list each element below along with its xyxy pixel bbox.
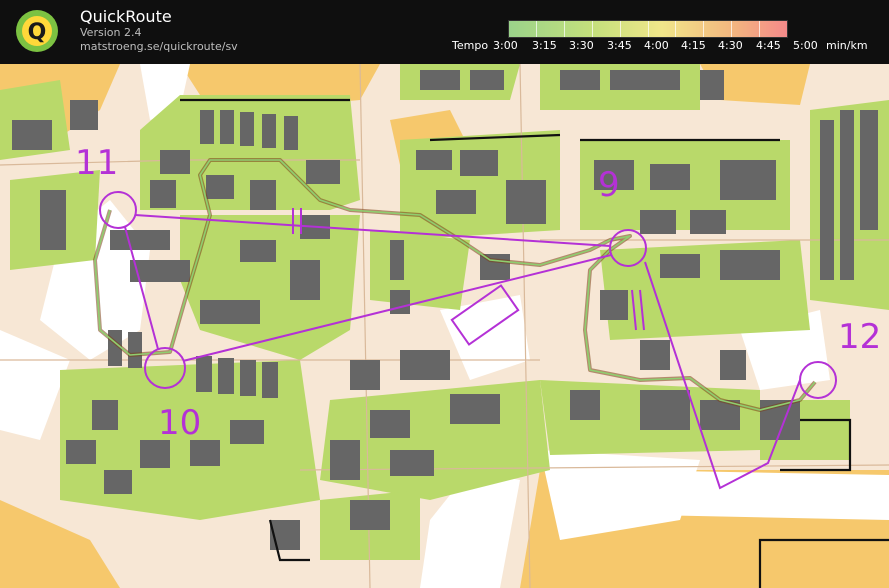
- tempo-tick: 5:00: [793, 39, 818, 52]
- control-number-9: 9: [598, 165, 620, 205]
- tempo-label: Tempo: [452, 39, 489, 52]
- tempo-tick: 3:00: [493, 39, 518, 52]
- tempo-unit: min/km: [826, 39, 868, 52]
- tempo-tick: 4:00: [644, 39, 669, 52]
- control-number-11: 11: [75, 143, 118, 183]
- map-canvas: 9 10 11 12: [0, 64, 889, 588]
- tempo-tick: 4:15: [681, 39, 706, 52]
- tempo-tick: 4:30: [718, 39, 743, 52]
- tempo-legend: Tempo 3:00 3:15 3:30 3:45 4:00 4:15 4:30…: [452, 20, 887, 54]
- tempo-tick: 4:45: [756, 39, 781, 52]
- tempo-tick: 3:15: [532, 39, 557, 52]
- tempo-tick: 3:45: [607, 39, 632, 52]
- control-number-12: 12: [838, 317, 881, 357]
- header-bar: Q QuickRoute Version 2.4 matstroeng.se/q…: [0, 0, 889, 64]
- app-version: Version 2.4: [80, 26, 142, 39]
- tempo-color-scale: [508, 20, 788, 38]
- quickroute-logo-icon: Q: [16, 10, 58, 52]
- orienteering-map[interactable]: 9 10 11 12: [0, 64, 889, 588]
- tempo-tick: 3:30: [569, 39, 594, 52]
- logo-letter: Q: [28, 20, 47, 45]
- brand-block: QuickRoute Version 2.4 matstroeng.se/qui…: [80, 8, 238, 54]
- app-title: QuickRoute: [80, 7, 172, 26]
- control-number-10: 10: [158, 403, 201, 443]
- quickroute-window: Q QuickRoute Version 2.4 matstroeng.se/q…: [0, 0, 889, 588]
- app-url-link[interactable]: matstroeng.se/quickroute/sv: [80, 40, 238, 54]
